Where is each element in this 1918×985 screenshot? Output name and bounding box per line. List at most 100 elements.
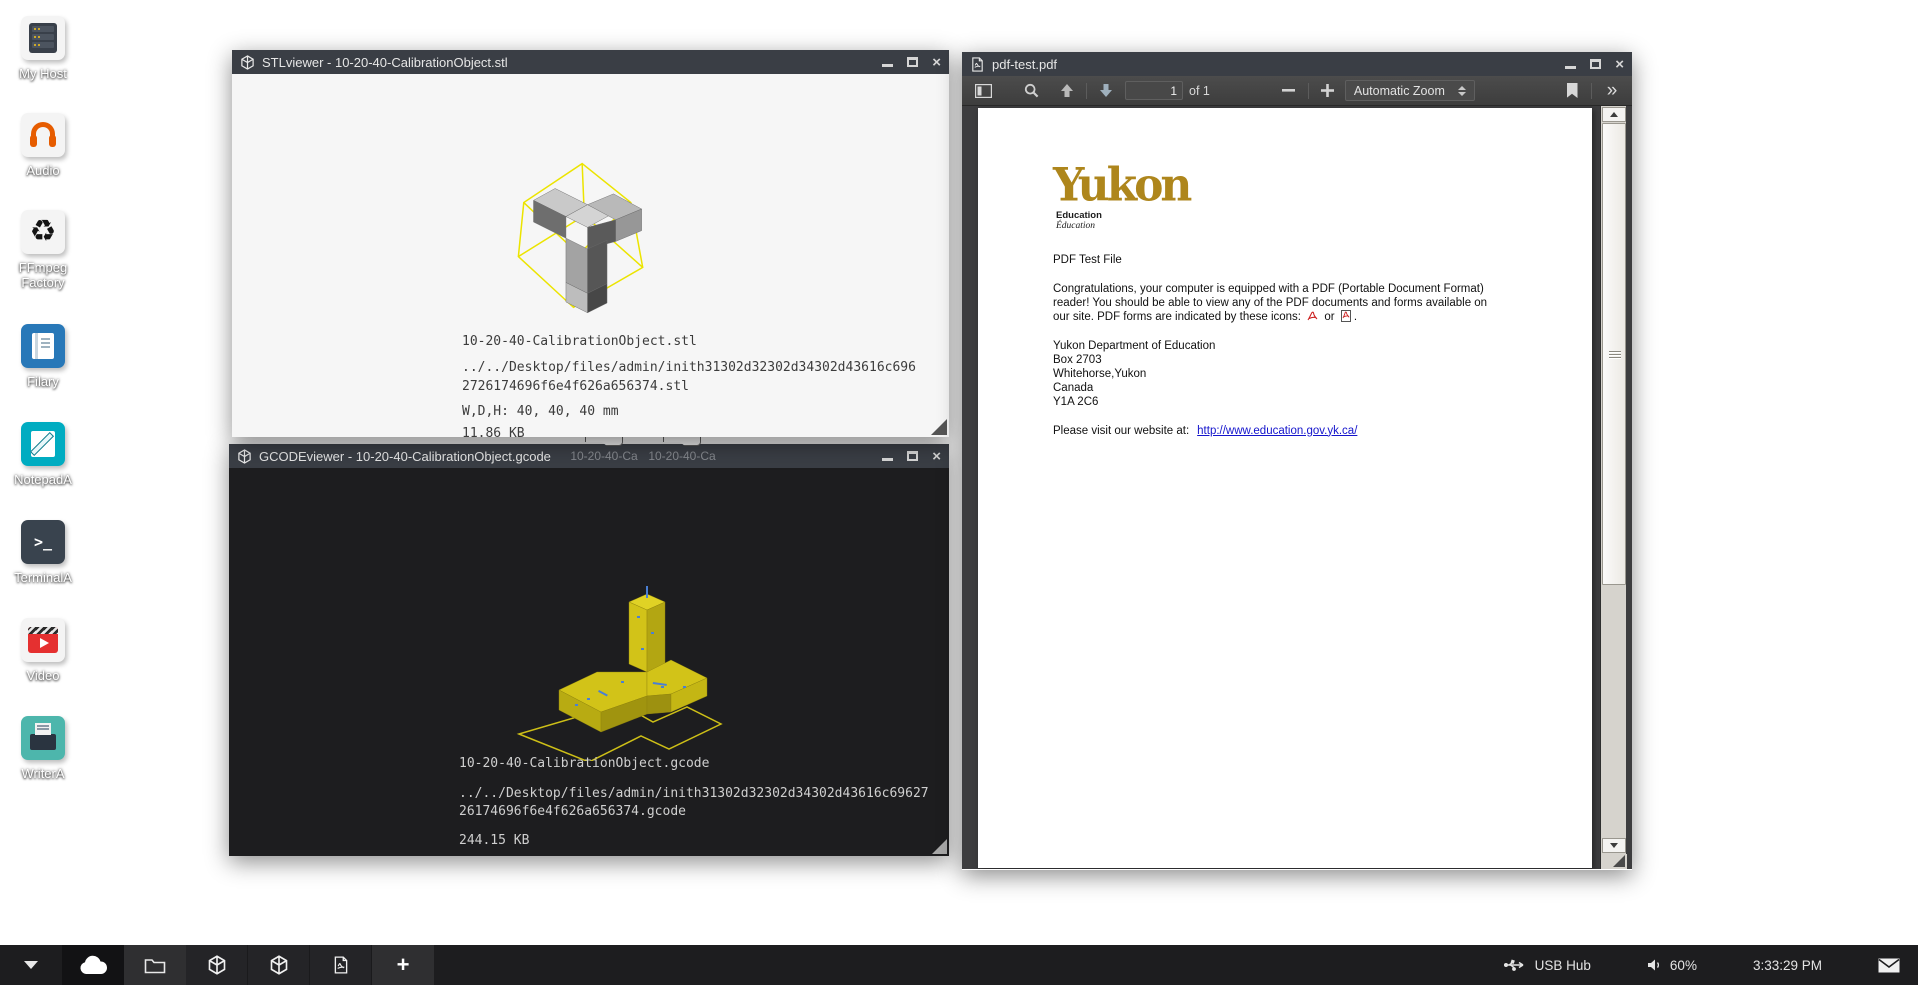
desktop-icon-label: Video: [7, 668, 79, 683]
desktop-icon-label: Audio: [7, 163, 79, 178]
scrollbar-thumb[interactable]: [1602, 123, 1626, 585]
minimize-icon[interactable]: [1565, 66, 1576, 69]
website-link[interactable]: http://www.education.gov.yk.ca/: [1197, 425, 1357, 437]
gcode-filename: 10-20-40-CalibrationObject.gcode: [459, 756, 929, 771]
cloud-button[interactable]: [62, 945, 124, 985]
writer-icon: [21, 716, 65, 760]
zoom-out-icon[interactable]: [1276, 79, 1302, 103]
usb-icon: [1503, 959, 1527, 971]
desktop-icon-label: FFmpeg Factory: [7, 260, 79, 290]
task-gcodeviewer[interactable]: [248, 945, 310, 985]
taskbar-left: +: [0, 945, 434, 985]
scroll-down-icon[interactable]: [1602, 838, 1626, 853]
stl-filename: 10-20-40-CalibrationObject.stl: [462, 334, 916, 349]
page-number-input[interactable]: [1125, 81, 1183, 100]
cube-icon: [237, 449, 252, 464]
volume-status[interactable]: 60%: [1647, 958, 1697, 973]
terminal-icon: >_: [21, 520, 65, 564]
taskbar-tray: USB Hub 60% 3:33:29 PM: [1447, 945, 1918, 985]
pdf-file-icon: [332, 955, 350, 975]
address-block: Yukon Department of Education Box 2703 W…: [1053, 339, 1523, 409]
task-pdfviewer[interactable]: [310, 945, 372, 985]
recycle-icon: ♻: [21, 210, 65, 254]
resize-grip[interactable]: [932, 839, 947, 854]
page-down-icon[interactable]: [1093, 79, 1119, 103]
gcode-viewport[interactable]: 10-20-40-CalibrationObject.gcode ../../D…: [229, 468, 949, 856]
pdf-toolbar: of 1 Automatic Zoom »: [962, 76, 1632, 106]
maximize-icon[interactable]: [907, 57, 918, 67]
close-icon[interactable]: ×: [932, 55, 941, 70]
close-icon[interactable]: ×: [1615, 57, 1624, 72]
clock[interactable]: 3:33:29 PM: [1753, 958, 1822, 973]
close-icon[interactable]: ×: [932, 449, 941, 464]
stl-filepath: ../../Desktop/files/admin/inith31302d323…: [462, 358, 916, 396]
desktop-icon-label: NotepadA: [7, 472, 79, 487]
pdf-form-icon: [1341, 310, 1351, 322]
resize-grip[interactable]: [931, 419, 947, 435]
minimize-icon[interactable]: [882, 458, 893, 461]
maximize-icon[interactable]: [907, 451, 918, 461]
cube-icon: [269, 955, 289, 975]
task-stlviewer[interactable]: [186, 945, 248, 985]
resize-grip[interactable]: [1602, 854, 1627, 869]
plus-icon: +: [397, 954, 410, 976]
pdf-viewer-window: pdf-test.pdf × of 1: [962, 52, 1632, 870]
desktop-icon-label: TerminalA: [7, 570, 79, 585]
usb-label: USB Hub: [1535, 958, 1591, 973]
desktop-icon-label: 10-20-40-Ca: [566, 449, 642, 463]
desktop-icon-audio[interactable]: Audio: [7, 113, 79, 178]
website-line: Please visit our website at:http://www.e…: [1053, 425, 1523, 437]
page-count-label: of 1: [1189, 84, 1210, 98]
bookmark-icon[interactable]: [1559, 79, 1585, 103]
pdf-window-title: pdf-test.pdf: [992, 57, 1555, 72]
collapse-chevron-icon[interactable]: [0, 945, 62, 985]
zoom-select-value: Automatic Zoom: [1354, 84, 1448, 98]
stl-dimensions: W,D,H: 40, 40, 40 mm: [462, 404, 916, 419]
pdf-page: Yukon Education Éducation PDF Test File …: [978, 108, 1592, 868]
maximize-icon[interactable]: [1590, 59, 1601, 69]
pdf-titlebar[interactable]: pdf-test.pdf ×: [962, 52, 1632, 76]
gcode-filepath: ../../Desktop/files/admin/inith31302d323…: [459, 785, 929, 821]
pdf-document-text: Yukon Education Éducation PDF Test File …: [1053, 164, 1523, 437]
minimize-icon[interactable]: [882, 64, 893, 67]
cube-icon: [240, 55, 255, 70]
acrobat-icon: [1307, 311, 1318, 322]
vertical-scrollbar[interactable]: [1600, 106, 1626, 869]
desktop-icon-ffmpeg-factory[interactable]: ♻ FFmpeg Factory: [7, 210, 79, 290]
desktop-icon-my-host[interactable]: My Host: [7, 16, 79, 81]
stl-viewer-window: STLviewer - 10-20-40-CalibrationObject.s…: [232, 50, 949, 437]
stl-titlebar[interactable]: STLviewer - 10-20-40-CalibrationObject.s…: [232, 50, 949, 74]
gcode-3d-model: [501, 586, 731, 761]
desktop-icon-video[interactable]: Video: [7, 618, 79, 683]
document-paragraph: Congratulations, your computer is equipp…: [1053, 283, 1523, 325]
book-icon: [21, 324, 65, 368]
zoom-in-icon[interactable]: [1315, 79, 1341, 103]
file-manager-button[interactable]: [124, 945, 186, 985]
desktop-icon-terminala[interactable]: >_ TerminalA: [7, 520, 79, 585]
sidebar-toggle-icon[interactable]: [970, 79, 996, 103]
yukon-logo: Yukon: [1053, 163, 1523, 209]
gcode-file-info: 10-20-40-CalibrationObject.gcode ../../D…: [459, 756, 929, 848]
pdf-content-area: Yukon Education Éducation PDF Test File …: [962, 106, 1632, 869]
scroll-up-icon[interactable]: [1602, 107, 1626, 122]
page-up-icon[interactable]: [1054, 79, 1080, 103]
more-tools-icon[interactable]: »: [1598, 79, 1624, 103]
gcode-viewer-window: GCODEviewer - 10-20-40-CalibrationObject…: [229, 444, 949, 856]
search-icon[interactable]: [1018, 79, 1044, 103]
desktop-icon-label: My Host: [7, 66, 79, 81]
new-window-button[interactable]: +: [372, 945, 434, 985]
envelope-icon: [1878, 958, 1900, 973]
zoom-select[interactable]: Automatic Zoom: [1345, 80, 1475, 101]
logo-subtitle-fr: Éducation: [1056, 221, 1523, 232]
mail-status[interactable]: [1878, 958, 1900, 973]
cube-icon: [207, 955, 227, 975]
desktop-icon-filary[interactable]: Filary: [7, 324, 79, 389]
stl-viewport[interactable]: 10-20-40-CalibrationObject.stl ../../Des…: [232, 74, 949, 437]
stl-3d-model: [480, 129, 680, 329]
document-heading: PDF Test File: [1053, 254, 1523, 266]
desktop-icon-writera[interactable]: WriterA: [7, 716, 79, 781]
headphones-icon: [21, 113, 65, 157]
volume-label: 60%: [1670, 958, 1697, 973]
usb-status[interactable]: USB Hub: [1503, 958, 1591, 973]
desktop-icon-notepada[interactable]: NotepadA: [7, 422, 79, 487]
